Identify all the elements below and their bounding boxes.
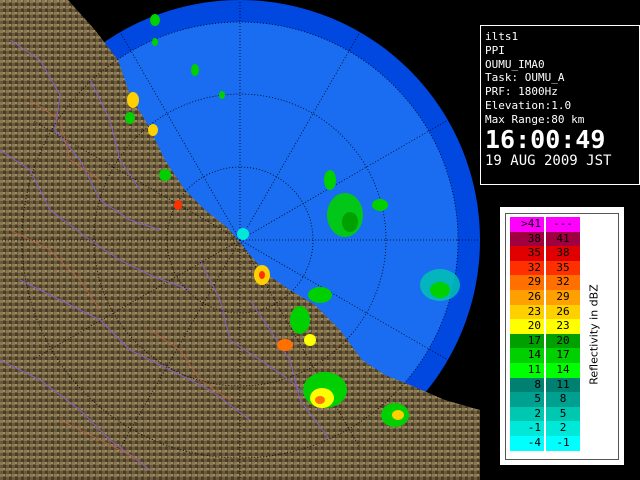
legend-row: 25 [510,406,582,422]
legend-row: 17 20 [510,333,582,349]
legend-row: 23 26 [510,304,582,320]
legend-row: >41 --- [510,217,582,232]
legend-lower-bound: 29 [510,275,544,290]
legend-lower-bound: >41 [510,217,544,232]
legend-lower-bound: 17 [510,333,544,349]
legend-lower-bound: 14 [510,348,544,363]
legend-upper-bound: 29 [546,290,580,305]
scan-time: 16:00:49 [485,124,606,154]
reflectivity-legend: >41 --- 38 41 35 38 32 35 29 32 26 29 23 26 20 23 17 20 14… [500,207,624,465]
scan-mode: PPI [485,43,505,57]
legend-row: 32 35 [510,260,582,276]
legend-lower-bound: 11 [510,363,544,378]
task-label: Task: OUMU_A [485,71,565,85]
legend-lower-bound: -4 [510,436,544,451]
legend-lower-bound: 32 [510,260,544,276]
legend-upper-bound: 35 [546,260,580,276]
elevation-label: Elevation:1.0 [485,98,572,112]
legend-row: 11 14 [510,363,582,378]
legend-upper-bound: 41 [546,231,580,247]
legend-lower-bound: 35 [510,246,544,261]
prf-label: PRF: 1800Hz [485,85,558,99]
scan-info-panel: ilts1 PPI OUMU_IMA0 Task: OUMU_A PRF: 18… [480,25,640,185]
legend-row: 38 41 [510,231,582,247]
legend-row: 26 29 [510,290,582,305]
legend-row: 35 38 [510,246,582,261]
legend-row: -4 -1 [510,436,582,451]
legend-upper-bound: -1 [546,436,580,451]
legend-upper-bound: 2 [546,421,580,436]
legend-upper-bound: 11 [546,377,580,393]
legend-lower-bound: 38 [510,231,544,247]
scan-date: 19 AUG 2009 JST [485,152,612,169]
legend-row: -1 2 [510,421,582,436]
legend-box: >41 --- 38 41 35 38 32 35 29 32 26 29 23 26 20 23 17 20 14… [505,213,619,460]
legend-upper-bound: 8 [546,392,580,407]
radar-ppi-display[interactable] [0,0,480,480]
legend-upper-bound: 5 [546,406,580,422]
legend-title: Reflectivity in dBZ [587,284,601,385]
legend-upper-bound: 26 [546,304,580,320]
legend-upper-bound: 20 [546,333,580,349]
legend-lower-bound: 26 [510,290,544,305]
legend-row: 29 32 [510,275,582,290]
legend-upper-bound: 32 [546,275,580,290]
legend-lower-bound: 23 [510,304,544,320]
legend-row: 20 23 [510,319,582,334]
legend-upper-bound: 23 [546,319,580,334]
radar-name: ilts1 [485,30,519,43]
legend-upper-bound: 38 [546,246,580,261]
legend-lower-bound: 2 [510,406,544,422]
legend-lower-bound: 8 [510,377,544,393]
legend-upper-bound: 14 [546,363,580,378]
legend-lower-bound: -1 [510,421,544,436]
legend-row: 14 17 [510,348,582,363]
legend-lower-bound: 20 [510,319,544,334]
legend-upper-bound: --- [546,217,580,232]
product-name: OUMU_IMA0 [485,57,545,71]
legend-row: 8 11 [510,377,582,393]
legend-upper-bound: 17 [546,348,580,363]
legend-lower-bound: 5 [510,392,544,407]
legend-row: 58 [510,392,582,407]
